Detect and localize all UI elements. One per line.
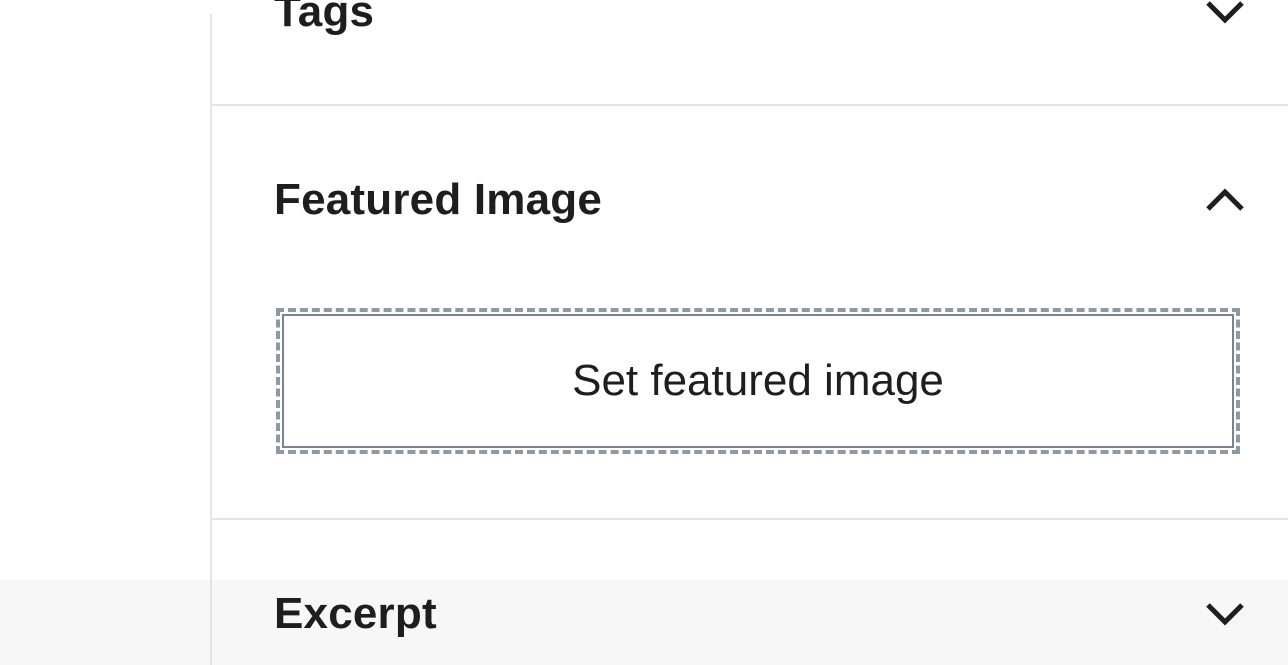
set-featured-image-button[interactable]: Set featured image xyxy=(276,308,1240,454)
settings-sidebar: Tags Featured Image Set featured image E… xyxy=(210,0,1288,665)
set-featured-image-label: Set featured image xyxy=(572,356,944,405)
panel-divider xyxy=(212,104,1288,106)
featured-image-panel-title: Featured Image xyxy=(274,175,603,224)
chevron-up-icon xyxy=(1202,185,1248,215)
excerpt-panel-title: Excerpt xyxy=(274,589,437,638)
tags-panel-toggle[interactable]: Tags xyxy=(212,0,1288,52)
chevron-down-icon xyxy=(1202,599,1248,629)
chevron-down-icon xyxy=(1202,0,1248,27)
panel-divider xyxy=(212,518,1288,520)
excerpt-panel-toggle[interactable]: Excerpt xyxy=(212,574,1288,654)
featured-image-panel-toggle[interactable]: Featured Image xyxy=(212,160,1288,240)
tags-panel-title: Tags xyxy=(274,0,375,36)
